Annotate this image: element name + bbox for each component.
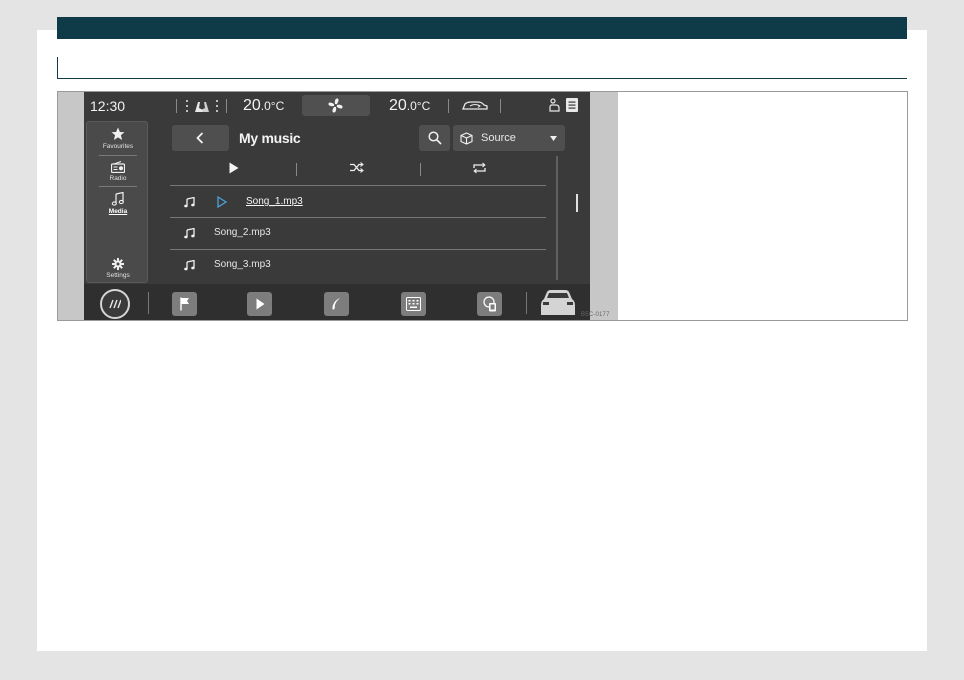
left-temperature[interactable]: 20.0°C <box>243 97 284 115</box>
back-button[interactable] <box>172 125 229 151</box>
side-item-label: Favourites <box>102 143 134 150</box>
divider <box>526 292 527 314</box>
side-item-settings[interactable]: Settings <box>87 258 149 279</box>
music-note-icon <box>111 191 124 206</box>
play-icon[interactable] <box>229 162 239 174</box>
side-item-label: Radio <box>109 175 127 182</box>
menu-list-icon[interactable] <box>566 98 578 112</box>
flag-icon <box>180 297 189 311</box>
star-icon <box>111 127 125 140</box>
dock-phone-app-button[interactable] <box>477 292 502 316</box>
scrollbar-thumb[interactable] <box>576 194 578 212</box>
song-name: Song_3.mp3 <box>214 259 271 270</box>
list-item[interactable]: Song_3.mp3 <box>172 250 547 280</box>
page-indicator <box>507 311 517 320</box>
right-temperature[interactable]: 20.0°C <box>389 97 430 115</box>
phone-app-icon <box>483 296 496 312</box>
section-header <box>57 57 907 79</box>
divider <box>226 99 227 113</box>
side-item-label: Settings <box>106 272 130 279</box>
clock: 12:30 <box>90 98 126 114</box>
dock-navigation-button[interactable] <box>172 292 197 316</box>
home-icon <box>109 299 121 309</box>
divider <box>176 99 177 113</box>
divider <box>148 292 149 314</box>
page-title: My music <box>239 130 301 146</box>
recirculation-car-icon[interactable] <box>461 99 489 112</box>
scrollbar-track[interactable] <box>556 156 558 280</box>
side-menu: Favourites Radio Media Settings <box>86 121 148 283</box>
source-label: Source <box>481 132 516 144</box>
side-item-label: Media <box>108 208 128 215</box>
divider <box>420 163 421 176</box>
bottom-dock <box>84 284 590 320</box>
page-header-bar <box>57 17 907 39</box>
music-note-icon <box>184 228 195 239</box>
home-button[interactable] <box>100 289 130 319</box>
chevron-left-icon <box>196 132 204 144</box>
divider <box>448 99 449 113</box>
chevron-down-icon <box>550 136 557 141</box>
side-item-media[interactable]: Media <box>87 191 149 215</box>
music-note-icon <box>184 260 195 271</box>
infotainment-screen: 12:30 20.0°C 20.0°C Favourites Radio Med… <box>84 92 590 320</box>
shuffle-icon[interactable] <box>350 162 364 173</box>
radio-icon <box>110 161 126 174</box>
dock-phone-button[interactable] <box>324 292 349 316</box>
divider <box>99 186 137 187</box>
divider <box>170 185 546 186</box>
seat-icon[interactable] <box>548 98 560 112</box>
search-button[interactable] <box>419 125 450 151</box>
source-dropdown[interactable]: Source <box>453 125 565 151</box>
phone-icon <box>332 298 340 310</box>
box-source-icon <box>460 132 473 145</box>
repeat-icon[interactable] <box>472 162 487 174</box>
divider <box>296 163 297 176</box>
now-playing-icon <box>217 196 227 208</box>
car-icon[interactable] <box>538 287 578 317</box>
divider <box>99 155 137 156</box>
fan-icon <box>328 98 343 113</box>
fan-button[interactable] <box>302 95 370 116</box>
music-note-icon <box>184 197 195 208</box>
list-item[interactable]: Song_1.mp3 <box>172 187 547 217</box>
figure-code: B5C-0177 <box>581 312 610 318</box>
dock-keyboard-button[interactable] <box>401 292 426 316</box>
status-bar: 12:30 20.0°C 20.0°C <box>84 92 590 119</box>
seat-heating-icon[interactable] <box>184 97 220 115</box>
divider <box>500 99 501 113</box>
keyboard-screen-icon <box>406 297 421 311</box>
song-name: Song_1.mp3 <box>246 196 303 207</box>
side-item-favourites[interactable]: Favourites <box>87 127 149 150</box>
search-icon <box>428 131 442 145</box>
play-icon <box>256 298 265 310</box>
playback-controls <box>172 155 547 185</box>
dock-media-button[interactable] <box>247 292 272 316</box>
side-item-radio[interactable]: Radio <box>87 161 149 182</box>
song-name: Song_2.mp3 <box>214 227 271 238</box>
list-item[interactable]: Song_2.mp3 <box>172 218 547 248</box>
gear-icon <box>112 258 124 270</box>
